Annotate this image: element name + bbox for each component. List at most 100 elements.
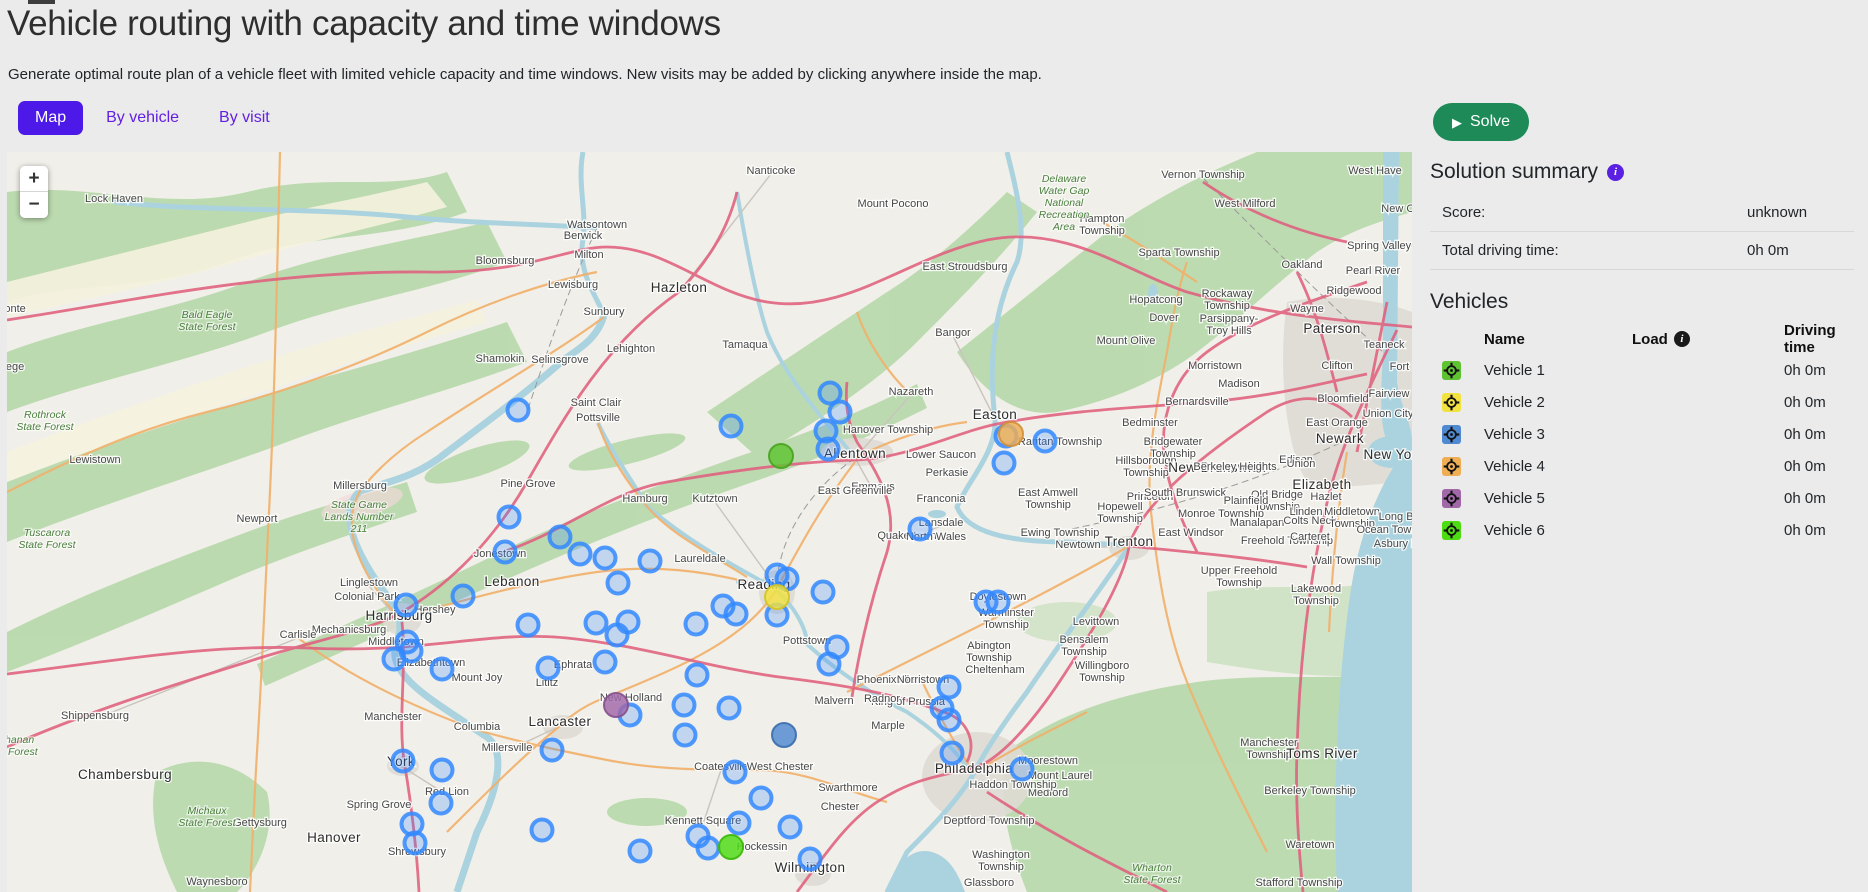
total-driving-time-value: 0h 0m xyxy=(1747,242,1789,259)
visit-marker[interactable] xyxy=(595,548,616,569)
visit-marker[interactable] xyxy=(630,841,651,862)
visit-marker[interactable] xyxy=(780,817,801,838)
map-label-place: East Greenville xyxy=(818,485,893,497)
depot-marker-vehicle-1[interactable] xyxy=(769,444,793,468)
visit-marker[interactable] xyxy=(988,592,1009,613)
visit-marker[interactable] xyxy=(725,762,746,783)
vehicles-table: Name Load i Driving time Vehicle 10h 0mV… xyxy=(1430,322,1854,546)
visit-marker[interactable] xyxy=(674,695,695,716)
map-label-place: Berwick xyxy=(564,230,603,242)
visit-marker[interactable] xyxy=(830,402,851,423)
depot-marker-vehicle-2[interactable] xyxy=(765,585,789,609)
map-label-place: Ridgewood xyxy=(1326,285,1381,297)
visit-marker[interactable] xyxy=(800,849,821,870)
map-label-place: Raritan Township xyxy=(1018,436,1102,448)
solution-summary-heading: Solution summary i xyxy=(1430,160,1854,184)
visit-marker[interactable] xyxy=(721,416,742,437)
zoom-out-button[interactable]: − xyxy=(20,192,48,218)
vehicle-name: Vehicle 3 xyxy=(1484,426,1632,443)
depot-marker-vehicle-6[interactable] xyxy=(719,835,743,859)
visit-marker[interactable] xyxy=(939,677,960,698)
map-label-place: Madison xyxy=(1218,378,1260,390)
map-label-place: Teaneck xyxy=(1364,339,1405,351)
visit-marker[interactable] xyxy=(687,665,708,686)
visit-marker[interactable] xyxy=(495,542,516,563)
visit-marker[interactable] xyxy=(675,725,696,746)
tab-by-vehicle[interactable]: By vehicle xyxy=(89,101,196,135)
visit-marker[interactable] xyxy=(570,544,591,565)
visit-marker[interactable] xyxy=(819,654,840,675)
map-label-place: Oakland xyxy=(1282,259,1323,271)
visit-marker[interactable] xyxy=(939,710,960,731)
visit-marker[interactable] xyxy=(432,659,453,680)
visit-marker[interactable] xyxy=(401,641,422,662)
visit-marker[interactable] xyxy=(608,573,629,594)
visit-marker[interactable] xyxy=(542,740,563,761)
page-title: Vehicle routing with capacity and time w… xyxy=(7,4,721,44)
map-label-place: Berkeley Township xyxy=(1264,785,1356,797)
visit-marker[interactable] xyxy=(532,820,553,841)
map-label-place: Lancaster xyxy=(529,714,592,729)
map-label-place: Trenton xyxy=(1105,534,1154,549)
vehicle-row: Vehicle 60h 0m xyxy=(1430,514,1854,546)
map-label-area: chanante Forest xyxy=(7,734,39,758)
map-label-place: East Stroudsburg xyxy=(923,261,1008,273)
map-label-place: Manchester xyxy=(364,711,422,723)
visit-marker[interactable] xyxy=(586,613,607,634)
visit-marker[interactable] xyxy=(942,743,963,764)
visit-marker[interactable] xyxy=(1035,431,1056,452)
play-icon: ▶ xyxy=(1452,116,1462,129)
map-label-place: Levittown xyxy=(1073,616,1119,628)
visit-marker[interactable] xyxy=(726,604,747,625)
map-label-place: Mount Joy xyxy=(452,672,503,684)
visit-marker[interactable] xyxy=(818,439,839,460)
zoom-in-button[interactable]: + xyxy=(20,166,48,192)
visit-marker[interactable] xyxy=(499,507,520,528)
vehicle-name: Vehicle 6 xyxy=(1484,522,1632,539)
visit-marker[interactable] xyxy=(550,527,571,548)
visit-marker[interactable] xyxy=(1012,759,1033,780)
map-label-place: Chester xyxy=(821,801,860,813)
tab-by-visit[interactable]: By visit xyxy=(202,101,287,135)
map-label-place: Upper FreeholdTownship xyxy=(1201,565,1277,589)
visit-marker[interactable] xyxy=(686,614,707,635)
visit-marker[interactable] xyxy=(405,833,426,854)
map-label-place: Malvern xyxy=(814,695,853,707)
visit-marker[interactable] xyxy=(538,658,559,679)
map-label-place: Millersville xyxy=(482,742,533,754)
visit-marker[interactable] xyxy=(910,519,931,540)
map-label-place: Spring Valley- xyxy=(1347,240,1412,252)
load-info-icon[interactable]: i xyxy=(1674,331,1690,347)
visit-marker[interactable] xyxy=(751,788,772,809)
depot-marker-vehicle-4[interactable] xyxy=(999,422,1023,446)
visit-marker[interactable] xyxy=(698,838,719,859)
depot-marker-vehicle-3[interactable] xyxy=(772,723,796,747)
vehicle-row: Vehicle 10h 0m xyxy=(1430,354,1854,386)
solve-button[interactable]: ▶ Solve xyxy=(1433,103,1529,141)
visit-marker[interactable] xyxy=(595,652,616,673)
visit-marker[interactable] xyxy=(813,582,834,603)
visit-marker[interactable] xyxy=(393,751,414,772)
map-label-place: Ocean Townshi xyxy=(1356,524,1412,536)
vehicles-title: Vehicles xyxy=(1430,290,1508,314)
visit-marker[interactable] xyxy=(719,698,740,719)
visit-marker[interactable] xyxy=(994,453,1015,474)
visit-marker[interactable] xyxy=(396,595,417,616)
map-canvas[interactable]: + − xyxy=(7,152,1412,892)
visit-marker[interactable] xyxy=(431,793,452,814)
map-label-place: Sparta Township xyxy=(1138,247,1219,259)
visit-marker[interactable] xyxy=(607,625,628,646)
map-label-place: Pine Grove xyxy=(500,478,555,490)
depot-marker-vehicle-5[interactable] xyxy=(604,693,628,717)
visit-marker[interactable] xyxy=(518,615,539,636)
map-label-place: Pottsville xyxy=(576,412,620,424)
visit-marker[interactable] xyxy=(729,813,750,834)
visit-marker[interactable] xyxy=(640,551,661,572)
tab-map[interactable]: Map xyxy=(18,101,83,135)
solution-summary-info-icon[interactable]: i xyxy=(1607,164,1624,181)
visit-marker[interactable] xyxy=(453,586,474,607)
vehicle-crosshair-icon xyxy=(1442,457,1461,476)
visit-marker[interactable] xyxy=(432,760,453,781)
visit-marker[interactable] xyxy=(508,400,529,421)
vehicle-driving-time: 0h 0m xyxy=(1784,458,1854,475)
